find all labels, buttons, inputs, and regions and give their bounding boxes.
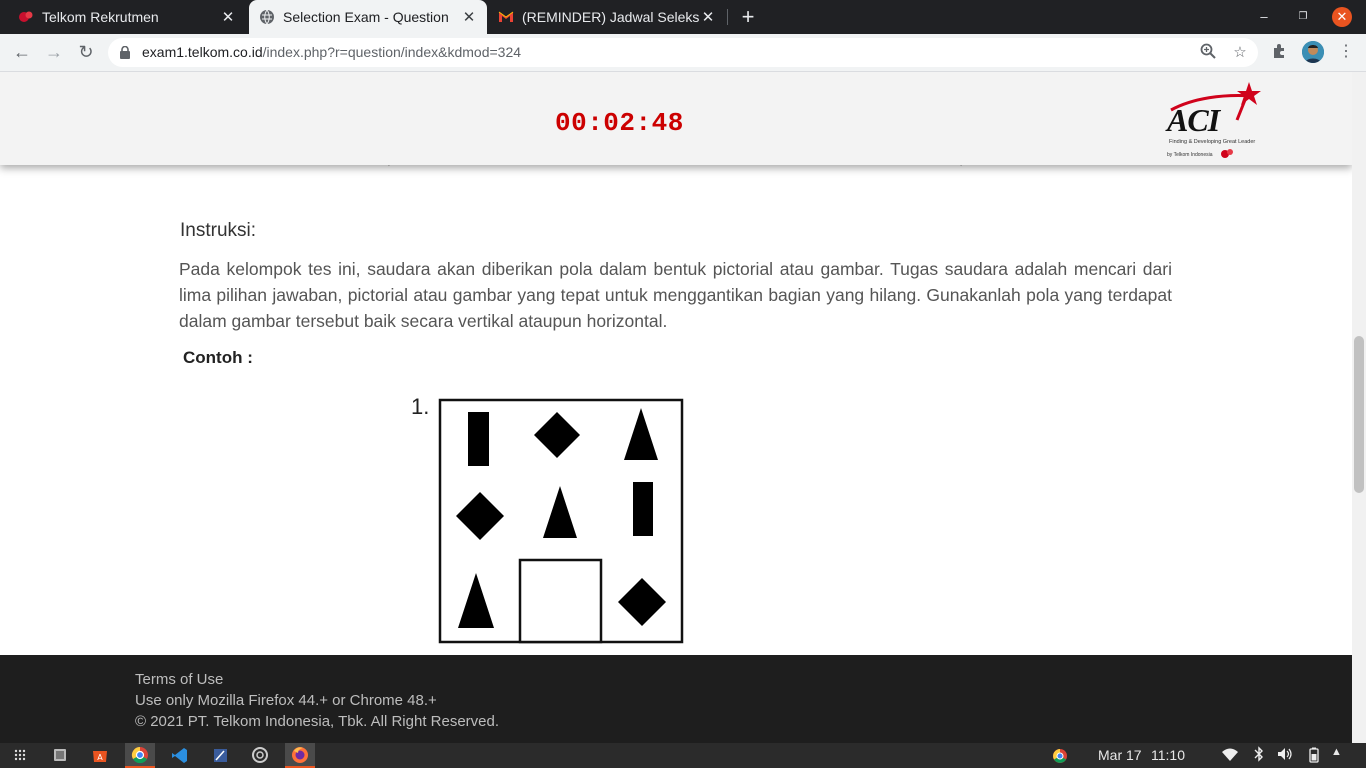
tab-close-icon[interactable]: ✕ <box>220 8 236 26</box>
clock-time[interactable]: 11:10 <box>1151 747 1185 763</box>
browser-requirement-note: Use only Mozilla Firefox 44.+ or Chrome … <box>135 692 437 709</box>
firefox-icon[interactable] <box>285 743 315 768</box>
instruction-heading: Instruksi: <box>180 220 257 241</box>
aci-logo-text: ACI <box>1167 102 1220 138</box>
back-arrow-icon[interactable]: ← <box>10 41 34 63</box>
os-taskbar: A Mar 17 11:10 ▲ <box>0 743 1366 768</box>
page-footer: Terms of Use Use only Mozilla Firefox 44… <box>0 655 1352 743</box>
aci-tagline: Finding & Developing Great Leader <box>1169 139 1256 145</box>
tray-chrome-icon[interactable] <box>1052 748 1068 767</box>
bookmark-star-icon[interactable]: ☆ <box>1230 43 1250 63</box>
disc-icon[interactable] <box>245 743 275 768</box>
tray-expand-icon[interactable]: ▲ <box>1331 746 1342 758</box>
telkom-favicon-icon <box>19 11 33 22</box>
tab-close-icon[interactable]: ✕ <box>700 8 716 26</box>
lock-icon <box>120 46 130 59</box>
wifi-icon[interactable] <box>1222 748 1238 765</box>
aci-logo: ACI Finding & Developing Great Leader by… <box>1163 80 1267 164</box>
tab-selection-exam[interactable]: Selection Exam - Question ✕ <box>249 0 487 34</box>
battery-icon[interactable] <box>1306 747 1322 766</box>
example-puzzle-grid <box>438 398 684 644</box>
tab-title: (REMINDER) Jadwal Seleksi <box>522 9 700 25</box>
extensions-puzzle-icon[interactable] <box>1270 43 1290 63</box>
countdown-timer: 00:02:48 <box>555 108 684 138</box>
scrollbar-thumb[interactable] <box>1354 336 1364 493</box>
puzzle-rectangle <box>468 412 489 466</box>
terms-of-use-link[interactable]: Terms of Use <box>135 671 223 688</box>
tab-title: Telkom Rekrutmen <box>42 9 159 25</box>
copyright-text: © 2021 PT. Telkom Indonesia, Tbk. All Ri… <box>135 713 500 730</box>
svg-text:A: A <box>97 753 103 762</box>
restore-icon[interactable]: ❐ <box>1293 7 1313 27</box>
tab-reminder-jadwal[interactable]: (REMINDER) Jadwal Seleksi ✕ <box>490 0 726 34</box>
browser-toolbar: ← → ↻ exam1.telkom.co.id/index.php?r=que… <box>0 34 1366 72</box>
software-store-icon[interactable]: A <box>85 743 115 768</box>
reload-icon[interactable]: ↻ <box>74 41 98 63</box>
url-host: exam1.telkom.co.id <box>142 44 263 60</box>
puzzle-missing-cell <box>518 558 603 644</box>
puzzle-number: 1. <box>411 394 430 419</box>
url-text[interactable]: exam1.telkom.co.id/index.php?r=question/… <box>142 44 521 60</box>
minimize-icon[interactable]: – <box>1254 7 1274 27</box>
vscode-icon[interactable] <box>165 743 195 768</box>
tab-title: Selection Exam - Question <box>283 9 449 25</box>
puzzle-rectangle <box>633 482 653 536</box>
tab-separator <box>727 9 728 25</box>
editor-icon[interactable] <box>205 743 235 768</box>
tab-close-icon[interactable]: ✕ <box>461 8 477 26</box>
clock-date[interactable]: Mar 17 <box>1098 747 1142 763</box>
exam-header: 00:02:48 ACI Finding & Developing Great … <box>0 72 1352 165</box>
globe-icon <box>260 9 274 25</box>
new-tab-button[interactable]: + <box>738 4 758 30</box>
gmail-icon <box>498 11 514 22</box>
bluetooth-icon[interactable] <box>1254 746 1264 765</box>
tab-telkom-rekrutmen[interactable]: Telkom Rekrutmen ✕ <box>0 0 246 34</box>
url-path: /index.php?r=question/index&kdmod=324 <box>262 44 522 60</box>
volume-icon[interactable] <box>1277 747 1293 764</box>
aci-by-telkom: by Telkom Indonesia <box>1167 152 1213 158</box>
zoom-icon[interactable] <box>1198 43 1218 63</box>
page-viewport: 00:02:48 ACI Finding & Developing Great … <box>0 72 1352 743</box>
page-scrollbar[interactable] <box>1352 72 1366 743</box>
forward-arrow-icon[interactable]: → <box>42 41 66 63</box>
window-close-icon[interactable]: ✕ <box>1332 7 1352 27</box>
browser-tab-strip: Telkom Rekrutmen ✕ Selection Exam - Ques… <box>0 0 1366 34</box>
example-label: Contoh : <box>183 348 253 367</box>
instruction-text: Pada kelompok tes ini, saudara akan dibe… <box>179 259 1172 331</box>
address-bar[interactable]: exam1.telkom.co.id/index.php?r=question/… <box>108 38 1258 67</box>
files-icon[interactable] <box>45 743 75 768</box>
chrome-icon[interactable] <box>125 743 155 768</box>
app-grid-icon[interactable] <box>5 743 35 768</box>
chrome-menu-icon[interactable]: ⋮ <box>1336 41 1356 63</box>
profile-avatar[interactable] <box>1302 41 1324 63</box>
